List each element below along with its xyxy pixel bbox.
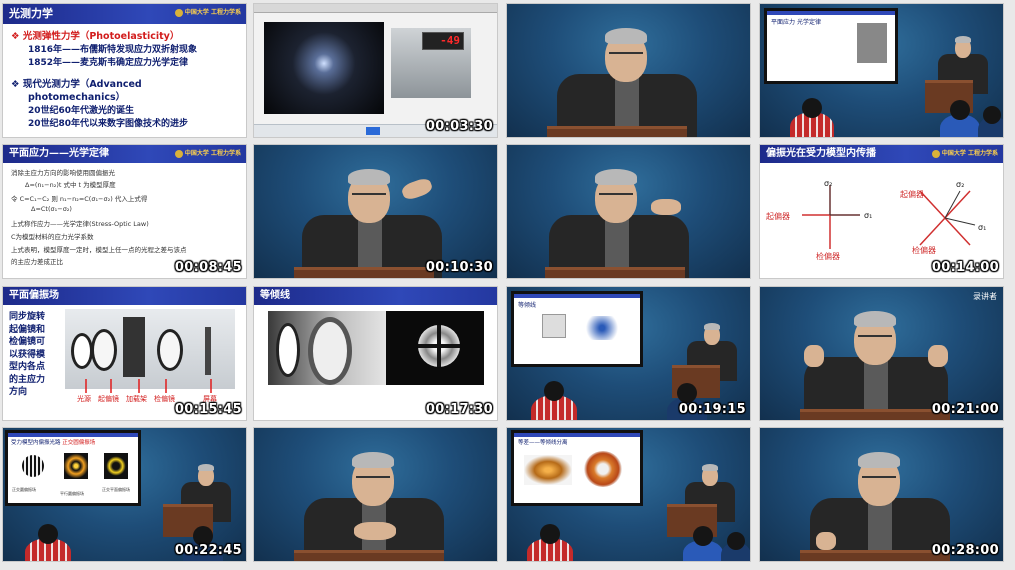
text-line: 消除主应力方向的影响使用圆偏振光 — [11, 169, 115, 177]
hand — [816, 532, 836, 550]
text-line: Δ=Ct(σ₁−σ₂) — [31, 205, 72, 213]
video-thumbnail-grid: 光测力学 中国大学 工程力学系 ❖ 光测弹性力学（Photoelasticity… — [0, 0, 1015, 570]
thumbnail-lab-experiment[interactable]: -49 00:03:30 — [254, 4, 497, 137]
text-line: 上式表明，模型厚度一定时，模型上任一点的光程之差与该点 — [11, 246, 187, 254]
left-hand — [804, 345, 824, 367]
timestamp: 00:15:45 — [174, 402, 242, 417]
timestamp: 00:28:00 — [931, 543, 999, 558]
university-logo: 中国大学 工程力学系 — [931, 147, 998, 160]
thumbnail-lecturer[interactable] — [254, 428, 497, 561]
thumbnail-classroom-slide[interactable]: 等倾线 00:19:15 — [507, 287, 750, 420]
university-logo: 中国大学 工程力学系 — [174, 147, 241, 160]
hands — [354, 522, 396, 540]
raised-hand — [651, 199, 681, 215]
sigma2-label: σ₂ — [956, 180, 965, 189]
lecturer — [549, 163, 689, 278]
timestamp: 00:08:45 — [174, 260, 242, 275]
thumbnail-lecturer[interactable] — [507, 145, 750, 278]
timestamp: 00:19:15 — [678, 402, 746, 417]
projection-screen: 等倾线 — [511, 291, 643, 367]
thumbnail-classroom-slide[interactable]: 等差——等倾线分离 — [507, 428, 750, 561]
raised-hand — [400, 176, 434, 202]
slide-title-bar: 光测力学 中国大学 工程力学系 — [3, 4, 246, 24]
label-loading-frame: 加载架 — [126, 395, 147, 403]
projection-screen: 平面应力 光学定律 — [764, 8, 898, 84]
thumbnail-lecturer[interactable]: 录讲者 00:21:00 — [760, 287, 1003, 420]
corner-text: 录讲者 — [973, 292, 997, 301]
thumbnail-slide-isoclinics[interactable]: 等倾线 00:17:30 — [254, 287, 497, 420]
text-line: photomechanics） — [28, 92, 126, 103]
thumbnail-lecturer[interactable]: 00:10:30 — [254, 145, 497, 278]
lecturer — [557, 24, 697, 137]
thumbnail-slide-photomechanics[interactable]: 光测力学 中国大学 工程力学系 ❖ 光测弹性力学（Photoelasticity… — [3, 4, 246, 137]
label-polarizer-right: 起偏器 — [900, 190, 924, 199]
sigma1-label: σ₁ — [978, 223, 987, 232]
label-light-source: 光源 — [77, 395, 91, 403]
timestamp: 00:22:45 — [174, 543, 242, 558]
bullet-heading: ❖ 光测弹性力学（Photoelasticity） — [11, 31, 180, 42]
lecturer — [304, 446, 444, 561]
play-button[interactable] — [366, 127, 380, 135]
fringe-disc — [418, 325, 460, 367]
projection-screen: 等差——等倾线分离 — [511, 430, 643, 506]
gauge-readout: -49 — [440, 34, 460, 47]
text-line: 20世纪80年代以来数字图像技术的进步 — [28, 119, 189, 129]
text-line: 1852年——麦克斯韦确定应力光学定律 — [28, 58, 189, 68]
lectern — [800, 409, 950, 420]
lecturer — [810, 446, 950, 561]
thumbnail-lecturer[interactable] — [507, 4, 750, 137]
thumbnail-lecturer[interactable]: 00:28:00 — [760, 428, 1003, 561]
experiment-photo — [268, 311, 484, 385]
label-analyzer-right: 检偏器 — [912, 246, 936, 255]
text-line: Δ=(n₁−n₂)t 式中 t 为模型厚度 — [25, 181, 116, 189]
text-line: 的主应力差成正比 — [11, 258, 63, 266]
slide-title: 平面应力——光学定律 — [9, 148, 109, 159]
thumbnail-slide-stress-optic-law[interactable]: 平面应力——光学定律 中国大学 工程力学系 消除主应力方向的影响使用圆偏振光 Δ… — [3, 145, 246, 278]
thumbnail-slide-plane-polariscope[interactable]: 平面偏振场 同步旋转 起偏镜和 检偏镜可 以获得模 型内各点 的主应力 方向 光源 起偏镜 … — [3, 287, 246, 420]
text-line: 1816年——布儒斯特发现应力双折射现象 — [28, 45, 198, 55]
text-line: 20世纪60年代激光的诞生 — [28, 106, 135, 116]
projection-screen: 受力模型内偏振光路 正交圆偏振场 正交圆偏振场 平行圆偏振场 正交平面偏振场 — [5, 430, 141, 506]
timestamp: 00:21:00 — [931, 402, 999, 417]
camera-view — [264, 22, 384, 114]
text-line: 令 C=C₁−C₂ 则 n₁−n₂=C(σ₁−σ₂) 代入上式得 — [11, 195, 148, 203]
university-logo: 中国大学 工程力学系 — [174, 6, 241, 19]
timestamp: 00:14:00 — [931, 260, 999, 275]
right-hand — [928, 345, 948, 367]
slide-title-bar: 等倾线 — [254, 287, 497, 305]
slide-title-bar: 平面应力——光学定律 中国大学 工程力学系 — [3, 145, 246, 163]
lectern — [545, 267, 685, 278]
lecturer — [302, 163, 442, 278]
slide-title-bar: 偏振光在受力模型内传播 中国大学 工程力学系 — [760, 145, 1003, 163]
sigma1-label: σ₁ — [864, 211, 873, 220]
timestamp: 00:17:30 — [425, 402, 493, 417]
thumbnail-slide-polarized-light[interactable]: 偏振光在受力模型内传播 中国大学 工程力学系 起偏器 检偏器 起偏器 检偏器 σ… — [760, 145, 1003, 278]
label-analyzer-bottom: 检偏器 — [816, 252, 840, 261]
slide-title: 光测力学 — [9, 7, 53, 20]
label-polarizer-left: 起偏器 — [766, 212, 790, 221]
label-analyzer: 检偏镜 — [154, 395, 175, 403]
window-titlebar — [254, 4, 497, 13]
sigma2-label: σ₂ — [824, 179, 833, 188]
lectern — [547, 126, 687, 137]
slide-title: 偏振光在受力模型内传播 — [766, 148, 876, 159]
thumbnail-classroom-slide[interactable]: 平面应力 光学定律 — [760, 4, 1003, 137]
lecturer — [796, 305, 956, 420]
label-polarizer: 起偏镜 — [98, 395, 119, 403]
lectern — [800, 550, 950, 561]
text-line: C为模型材料的应力光学系数 — [11, 233, 94, 241]
slide-title: 等倾线 — [260, 290, 290, 301]
timestamp: 00:03:30 — [425, 119, 493, 134]
thumbnail-classroom-slide[interactable]: 受力模型内偏振光路 正交圆偏振场 正交圆偏振场 平行圆偏振场 正交平面偏振场 0… — [3, 428, 246, 561]
bullet-heading: ❖ 现代光测力学（Advanced — [11, 79, 142, 90]
lectern — [294, 550, 444, 561]
timestamp: 00:10:30 — [425, 260, 493, 275]
text-line: 上式称作应力——光学定律(Stress-Optic Law) — [11, 220, 149, 228]
force-gauge: -49 — [422, 32, 464, 50]
lectern — [294, 267, 434, 278]
